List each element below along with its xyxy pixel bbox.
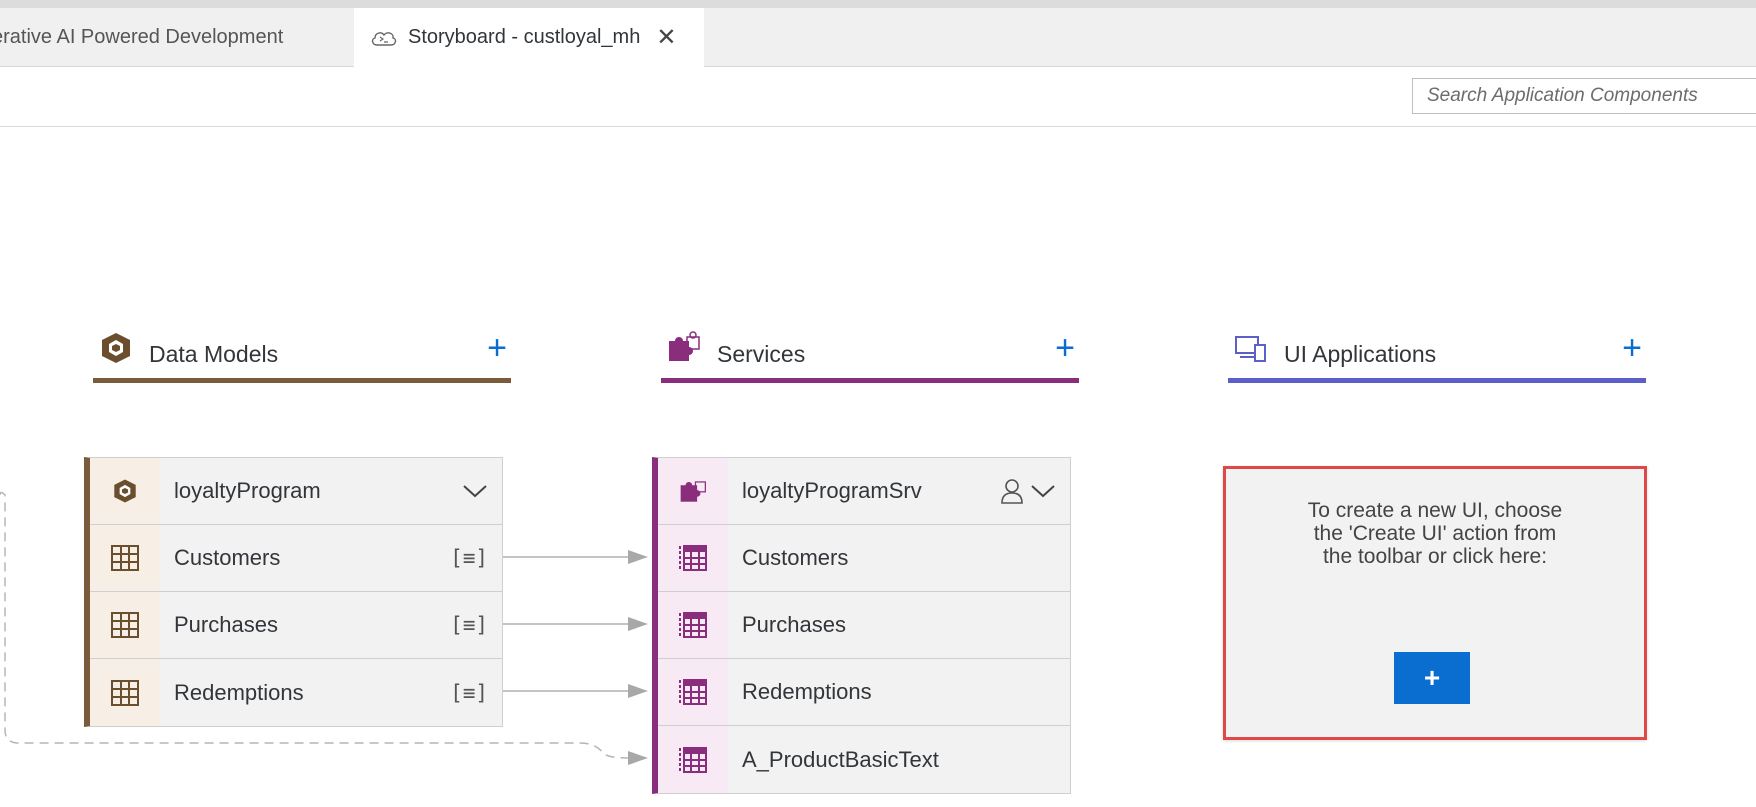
create-ui-button[interactable]: + bbox=[1394, 652, 1470, 704]
icon-cell bbox=[90, 592, 160, 658]
cube-icon bbox=[102, 333, 130, 363]
service-entity-icon bbox=[679, 746, 707, 773]
icon-cell bbox=[658, 458, 728, 524]
table-grid-icon bbox=[111, 679, 139, 706]
puzzle-icon bbox=[669, 331, 700, 361]
header-underline bbox=[661, 378, 1079, 383]
data-model-card[interactable]: loyaltyProgram Customers [≡] Purchases [… bbox=[84, 457, 503, 727]
create-ui-instructions: To create a new UI, choose the 'Create U… bbox=[1226, 499, 1644, 568]
service-card[interactable]: loyaltyProgramSrv Customers Purchases Re… bbox=[652, 457, 1071, 794]
close-icon[interactable]: ✕ bbox=[656, 25, 676, 50]
entity-name: Customers bbox=[174, 545, 281, 570]
tab-storyboard[interactable]: Storyboard - custloyal_mh ✕ bbox=[354, 8, 704, 67]
data-models-title: Data Models bbox=[149, 341, 279, 367]
entity-name: Redemptions bbox=[742, 679, 872, 704]
list-item[interactable]: Purchases [≡] bbox=[90, 592, 502, 659]
create-ui-placeholder[interactable]: To create a new UI, choose the 'Create U… bbox=[1223, 466, 1647, 740]
ui-applications-title: UI Applications bbox=[1284, 341, 1437, 367]
list-item[interactable]: Redemptions bbox=[658, 659, 1070, 726]
devices-icon bbox=[1235, 336, 1266, 362]
list-item[interactable]: Purchases bbox=[658, 592, 1070, 659]
add-data-model-button[interactable]: + bbox=[487, 331, 507, 365]
entity-badge: [≡] bbox=[450, 613, 488, 637]
cloud-icon bbox=[371, 31, 397, 46]
entity-badge: [≡] bbox=[450, 680, 488, 705]
entity-name: Redemptions bbox=[174, 679, 304, 705]
puzzle-icon bbox=[680, 481, 706, 502]
user-icon[interactable] bbox=[1000, 478, 1024, 504]
entity-badge: [≡] bbox=[450, 546, 488, 570]
data-model-title-row[interactable]: loyaltyProgram bbox=[90, 458, 502, 525]
entity-name: Purchases bbox=[742, 612, 846, 637]
expand-toggle[interactable] bbox=[462, 458, 488, 524]
table-grid-icon bbox=[111, 612, 139, 638]
icon-cell bbox=[658, 592, 728, 658]
search-input[interactable]: Search Application Components bbox=[1412, 78, 1756, 114]
list-item[interactable]: Customers bbox=[658, 525, 1070, 592]
entity-name: A_ProductBasicText bbox=[742, 746, 939, 772]
service-entity-icon bbox=[679, 679, 707, 705]
add-service-button[interactable]: + bbox=[1055, 331, 1075, 365]
header-underline bbox=[1228, 378, 1646, 383]
service-name: loyaltyProgramSrv bbox=[742, 478, 922, 503]
data-models-header: Data Models + bbox=[93, 325, 511, 383]
header-underline bbox=[93, 378, 511, 383]
service-entity-icon bbox=[679, 545, 707, 571]
instruction-line: To create a new UI, choose bbox=[1307, 499, 1563, 522]
service-entity-icon bbox=[679, 612, 707, 638]
storyboard-window: erative AI Powered Development Storyboar… bbox=[0, 0, 1756, 807]
list-item[interactable]: Redemptions [≡] bbox=[90, 659, 502, 726]
icon-cell bbox=[90, 458, 160, 524]
add-ui-application-button[interactable]: + bbox=[1622, 331, 1642, 365]
list-item[interactable]: Customers [≡] bbox=[90, 525, 502, 592]
table-grid-icon bbox=[111, 545, 139, 571]
services-title: Services bbox=[717, 341, 806, 367]
entity-name: Customers bbox=[742, 545, 849, 570]
ui-applications-header: UI Applications + bbox=[1228, 325, 1646, 383]
instruction-line: the 'Create UI' action from bbox=[1313, 522, 1557, 545]
list-item[interactable]: A_ProductBasicText bbox=[658, 726, 1070, 793]
tab-generative-ai[interactable]: erative AI Powered Development bbox=[0, 8, 352, 66]
icon-cell bbox=[90, 659, 160, 726]
tab-bar: erative AI Powered Development Storyboar… bbox=[0, 0, 1756, 67]
toolbar: Search Application Components bbox=[0, 67, 1756, 127]
icon-cell bbox=[90, 525, 160, 591]
instruction-line: the toolbar or click here: bbox=[1322, 545, 1548, 568]
cube-icon bbox=[114, 479, 136, 503]
service-title-row[interactable]: loyaltyProgramSrv bbox=[658, 458, 1070, 525]
chevron-down-icon[interactable] bbox=[1030, 483, 1056, 499]
services-header: Services + bbox=[661, 325, 1079, 383]
tab-label: Storyboard - custloyal_mh bbox=[408, 26, 641, 48]
entity-name: Purchases bbox=[174, 612, 278, 637]
icon-cell bbox=[658, 726, 728, 793]
service-actions bbox=[1000, 458, 1056, 524]
data-model-name: loyaltyProgram bbox=[174, 478, 321, 503]
icon-cell bbox=[658, 525, 728, 591]
search-placeholder: Search Application Components bbox=[1427, 85, 1698, 106]
chevron-down-icon bbox=[463, 485, 487, 498]
tab-label: erative AI Powered Development bbox=[0, 25, 284, 48]
icon-cell bbox=[658, 659, 728, 725]
